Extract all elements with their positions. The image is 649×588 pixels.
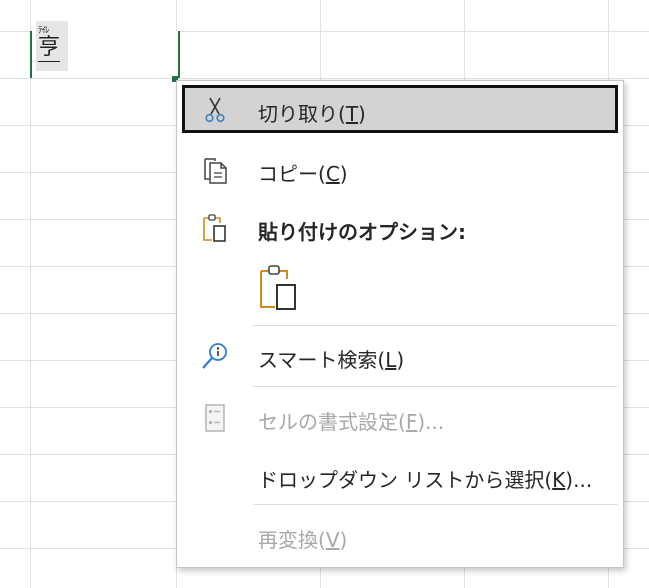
- menu-item-pick-from-dropdown[interactable]: ドロップダウン リストから選択(K)...: [182, 451, 618, 499]
- menu-item-cut[interactable]: 切り取り(T): [182, 85, 618, 133]
- smart-lookup-icon: [202, 343, 227, 369]
- menu-item-label: セルの書式設定(F)...: [258, 410, 445, 434]
- scissors-icon: [205, 97, 225, 123]
- paste-icon[interactable]: [255, 263, 301, 313]
- menu-separator: [253, 325, 618, 326]
- ime-composition: ﾃｲﾚ 亨: [36, 21, 68, 71]
- context-menu: 切り取り(T) コピー(C) 貼り付けのオプション: スマート検索(L) セルの…: [176, 80, 624, 568]
- menu-separator: [253, 504, 618, 505]
- menu-item-format-cells[interactable]: セルの書式設定(F)...: [182, 393, 618, 441]
- copy-icon: [204, 158, 227, 184]
- menu-item-label: コピー(C): [258, 162, 348, 186]
- menu-item-label: ドロップダウン リストから選択(K)...: [258, 468, 593, 492]
- menu-item-smart-lookup[interactable]: スマート検索(L): [182, 331, 618, 379]
- menu-item-label: 再変換(V): [258, 528, 348, 552]
- ime-kanji-text: 亨: [38, 35, 61, 62]
- menu-item-label: スマート検索(L): [258, 348, 405, 372]
- menu-item-paste-options: 貼り付けのオプション:: [182, 203, 618, 251]
- grid-column-line: [30, 0, 31, 588]
- format-cells-icon: [205, 404, 225, 432]
- menu-item-label: 貼り付けのオプション:: [258, 220, 466, 244]
- menu-separator: [253, 386, 618, 387]
- grid-row-line: [0, 78, 649, 79]
- menu-item-reconvert[interactable]: 再変換(V): [182, 511, 618, 559]
- menu-item-copy[interactable]: コピー(C): [182, 145, 618, 193]
- menu-item-label: 切り取り(T): [258, 102, 366, 126]
- clipboard-icon: [203, 214, 226, 242]
